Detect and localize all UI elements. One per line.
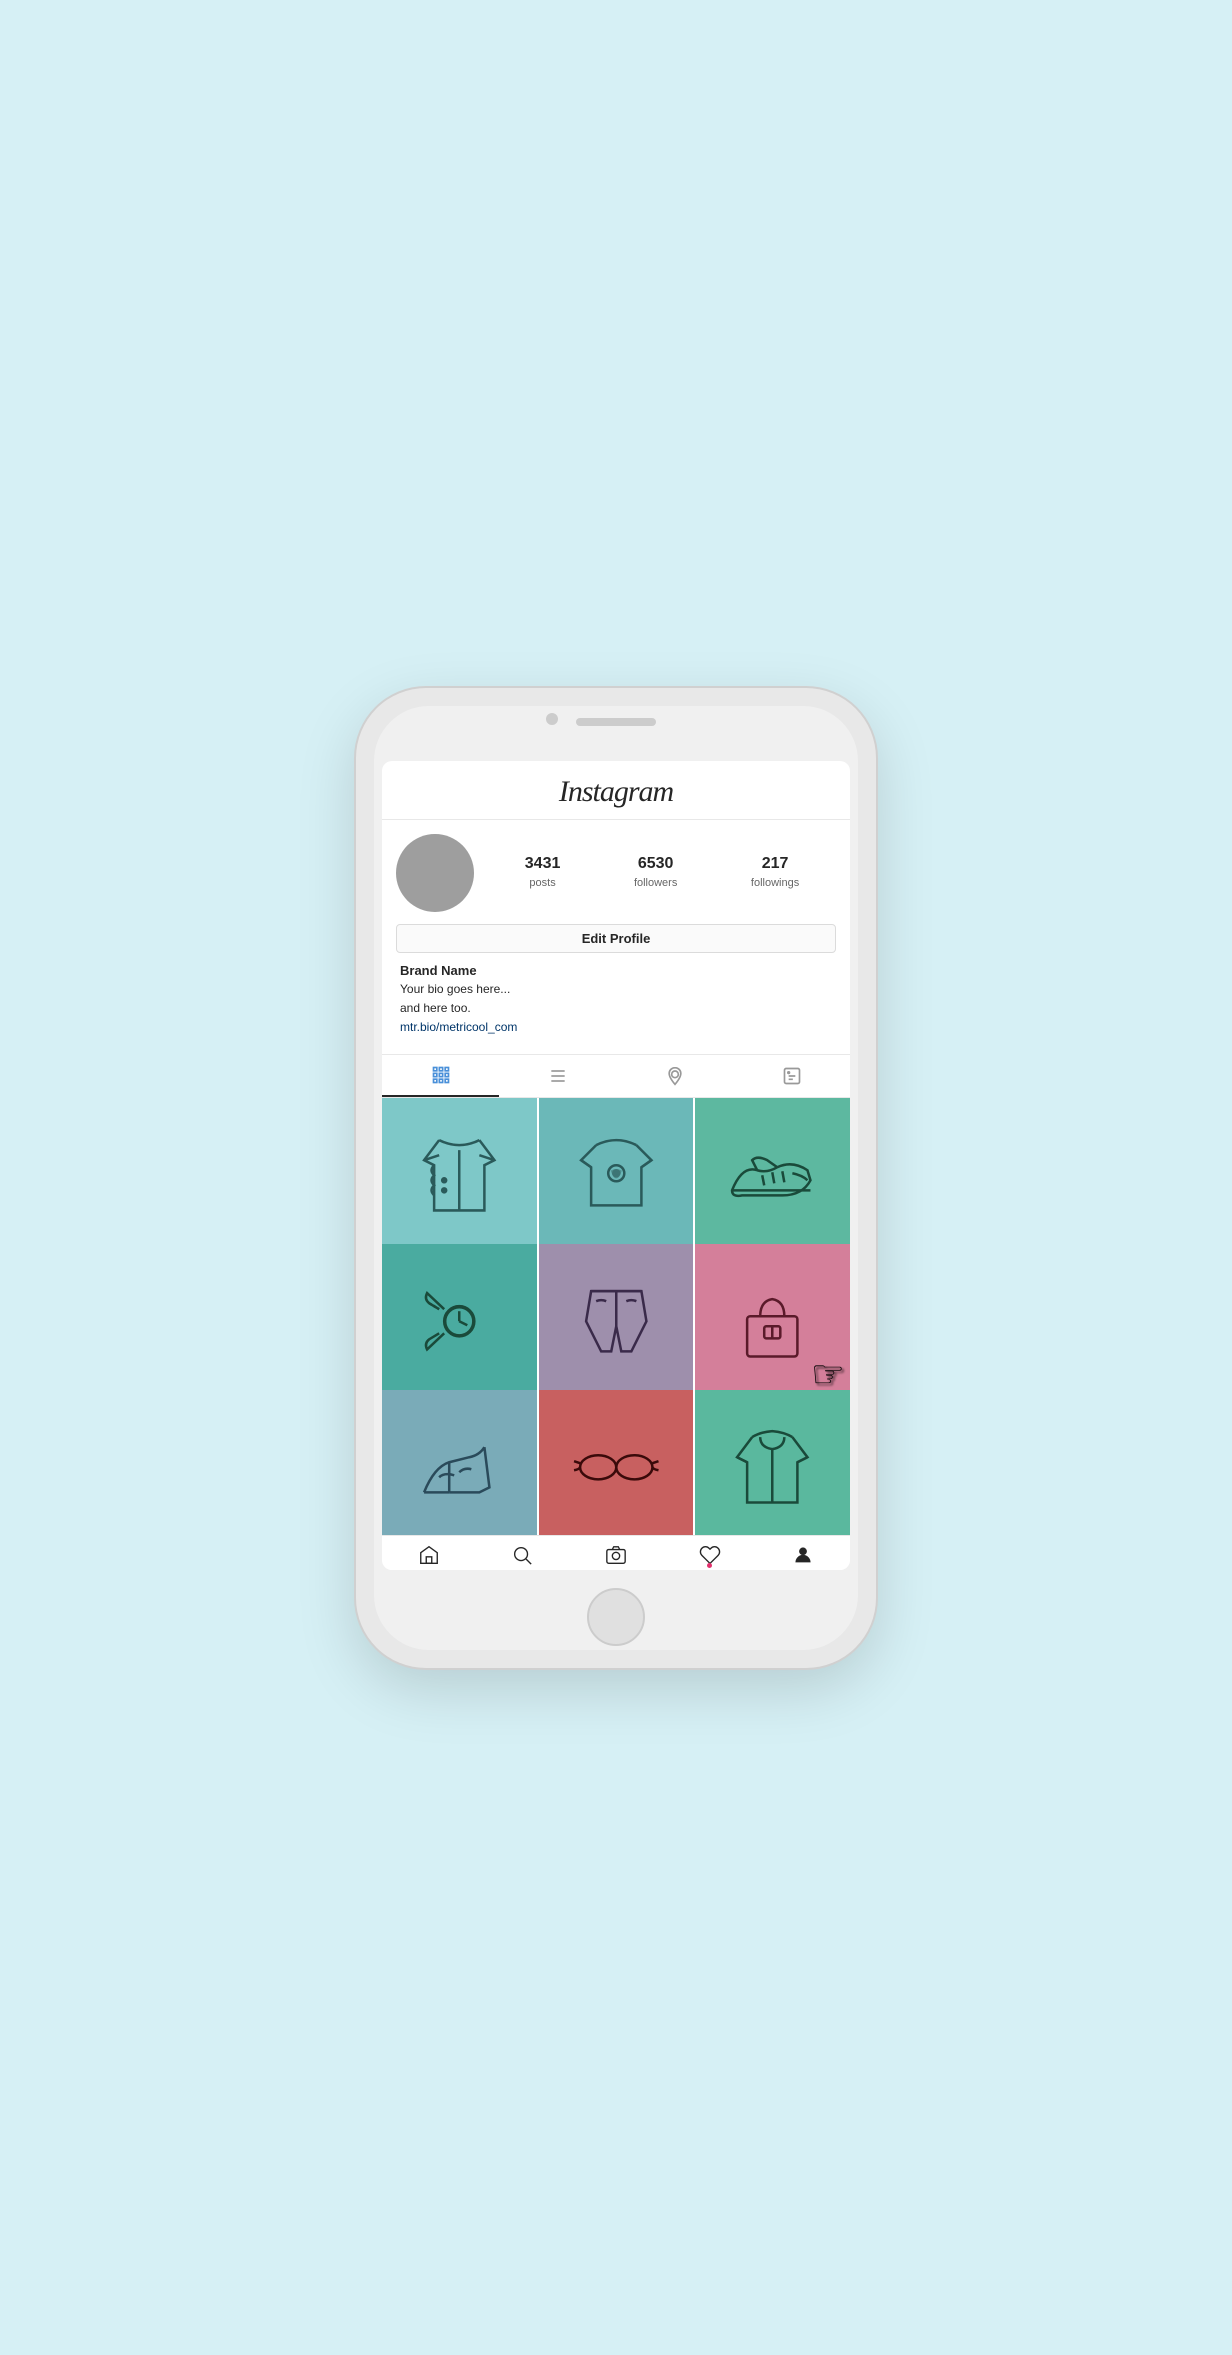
phone-speaker: [576, 718, 656, 726]
home-button[interactable]: [587, 1588, 645, 1646]
followers-label: followers: [634, 877, 677, 889]
stat-followers: 6530 followers: [634, 855, 677, 891]
bio-text-line2: and here too.: [400, 1000, 832, 1017]
stat-following: 217 followings: [751, 855, 799, 891]
edit-profile-button[interactable]: Edit Profile: [396, 924, 836, 953]
tab-list[interactable]: [499, 1055, 616, 1097]
grid-item-jacket[interactable]: [382, 1098, 537, 1253]
bio-link[interactable]: mtr.bio/metricool_com: [400, 1020, 832, 1034]
phone-camera: [546, 713, 558, 725]
nav-profile[interactable]: [756, 1544, 850, 1566]
nav-camera[interactable]: [569, 1544, 663, 1566]
grid-item-bag[interactable]: ☞: [695, 1244, 850, 1399]
following-label: followings: [751, 877, 799, 889]
grid-item-sneaker[interactable]: [695, 1098, 850, 1253]
activity-notification-dot: [707, 1563, 712, 1568]
brand-name: Brand Name: [400, 963, 832, 978]
nav-home[interactable]: [382, 1544, 476, 1566]
phone-frame: Instagram 3431 posts 6530 followers: [356, 688, 876, 1668]
phone-inner: Instagram 3431 posts 6530 followers: [374, 706, 858, 1650]
grid-item-tshirt[interactable]: [539, 1098, 694, 1253]
app-logo: Instagram: [398, 775, 834, 809]
following-count: 217: [751, 855, 799, 873]
stat-posts: 3431 posts: [525, 855, 561, 891]
profile-section: 3431 posts 6530 followers 217 followings: [382, 820, 850, 1045]
profile-stats: 3431 posts 6530 followers 217 followings: [488, 855, 836, 891]
app-header: Instagram: [382, 761, 850, 820]
nav-activity[interactable]: [663, 1544, 757, 1566]
grid-item-heels[interactable]: [382, 1390, 537, 1534]
view-tabs: [382, 1054, 850, 1098]
phone-screen: Instagram 3431 posts 6530 followers: [382, 761, 850, 1570]
grid-item-watch[interactable]: [382, 1244, 537, 1399]
profile-row: 3431 posts 6530 followers 217 followings: [396, 834, 836, 912]
followers-count: 6530: [634, 855, 677, 873]
tab-grid[interactable]: [382, 1055, 499, 1097]
nav-search[interactable]: [476, 1544, 570, 1566]
posts-label: posts: [529, 877, 555, 889]
bottom-navigation: [382, 1535, 850, 1570]
bio-text-line1: Your bio goes here...: [400, 981, 832, 998]
tab-tagged[interactable]: [733, 1055, 850, 1097]
grid-item-glasses[interactable]: [539, 1390, 694, 1534]
tab-location[interactable]: [616, 1055, 733, 1097]
avatar: [396, 834, 474, 912]
grid-item-pants[interactable]: [539, 1244, 694, 1399]
photo-grid: ☞: [382, 1098, 850, 1534]
cursor-hand-icon: ☞: [811, 1356, 845, 1394]
posts-count: 3431: [525, 855, 561, 873]
grid-item-hoodie[interactable]: [695, 1390, 850, 1534]
bio-section: Brand Name Your bio goes here... and her…: [396, 963, 836, 1035]
